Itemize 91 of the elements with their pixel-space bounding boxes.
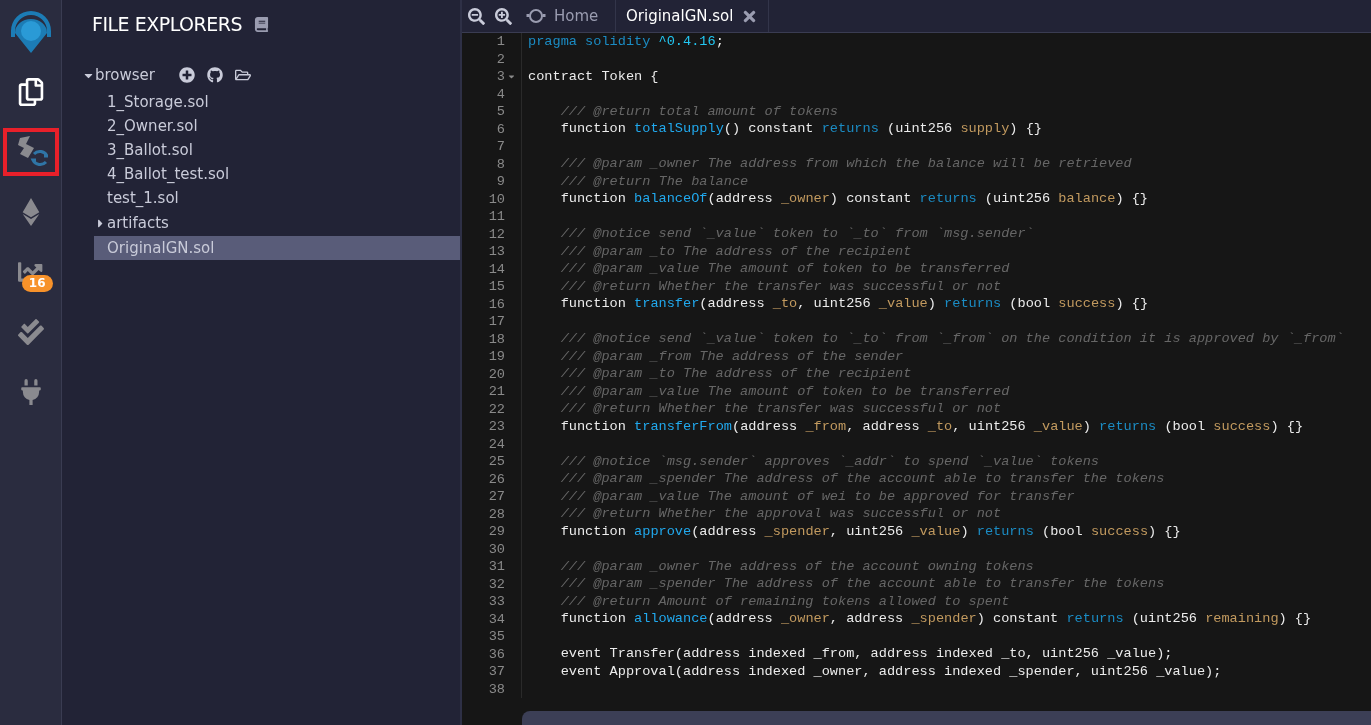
line-number: 30	[488, 541, 505, 557]
github-icon[interactable]	[207, 67, 223, 83]
folder-row[interactable]: artifacts	[94, 210, 460, 236]
code-line: /// @notice `msg.sender` approves `_addr` to spend `_value` tokens	[559, 452, 1100, 471]
code-line: /// @return Whether the transfer was successful or not	[559, 277, 1002, 296]
code-line: /// @param _owner The address from which the balance will be retrieved	[559, 155, 1132, 174]
file-item[interactable]: OriginalGN.sol	[94, 236, 460, 260]
line-number: 37	[488, 664, 505, 680]
code-line: /// @return The balance	[559, 172, 749, 191]
code-line: /// @param _value The amount of token to be transferred	[559, 260, 1010, 279]
code-line: function allowance(address _owner, address _spender) constant returns (uint256 remaining) {}	[559, 610, 1312, 629]
code-line: /// @return Whether the approval was successful or not	[559, 505, 1002, 524]
line-number: 9	[496, 174, 505, 190]
line-number: 18	[488, 331, 505, 347]
file-item[interactable]: 2_Owner.sol	[94, 114, 460, 138]
line-number: 38	[488, 681, 505, 697]
line-number: 28	[488, 506, 505, 522]
code-line: /// @param _value The amount of wei to be approved for transfer	[559, 487, 1075, 506]
double-check-icon	[17, 319, 44, 345]
line-number: 13	[488, 244, 505, 260]
code-line: /// @return Amount of remaining tokens allowed to spent	[559, 592, 1010, 611]
horizontal-scrollbar[interactable]	[522, 711, 1371, 725]
code-line: /// @return Whether the transfer was successful or not	[559, 400, 1002, 419]
line-number: 32	[488, 576, 505, 592]
code-line: /// @param _value The amount of token to be transferred	[559, 382, 1010, 401]
code-line: /// @param _from The address of the sender	[559, 347, 904, 366]
line-number: 20	[488, 366, 505, 382]
code-line: function transferFrom(address _from, address _to, uint256 _value) returns (bool success) {}	[559, 417, 1304, 436]
line-number: 8	[496, 156, 505, 172]
line-number: 36	[488, 646, 505, 662]
line-number: 25	[488, 454, 505, 470]
code-line: function totalSupply() constant returns (uint256 supply) {}	[559, 120, 1042, 139]
line-number: 31	[488, 559, 505, 575]
line-number: 14	[488, 261, 505, 277]
line-number: 22	[488, 401, 505, 417]
line-number: 35	[488, 629, 505, 645]
code-line: function approve(address _spender, uint256 _value) returns (bool success) {}	[559, 522, 1181, 541]
line-number: 17	[488, 314, 505, 330]
folder-name: artifacts	[107, 213, 169, 234]
line-number: 4	[496, 86, 505, 102]
line-number: 6	[496, 121, 505, 137]
book-icon[interactable]	[254, 16, 269, 32]
line-number: 16	[488, 296, 505, 312]
code-line: function balanceOf(address _owner) constant returns (uint256 balance) {}	[559, 190, 1149, 209]
code-line: /// @param _to The address of the recipient	[559, 242, 912, 261]
code-line: function transfer(address _to, uint256 _value) returns (bool success) {}	[559, 295, 1149, 314]
folder-row[interactable]: browser	[82, 62, 460, 88]
code-line: event Transfer(address indexed _from, address indexed _to, uint256 _value);	[559, 645, 1173, 664]
line-number: 23	[488, 419, 505, 435]
line-number: 21	[488, 384, 505, 400]
editor-tab[interactable]: Home	[516, 0, 616, 32]
code-line: /// @notice send `_value` token to `_to` from `_from` on the condition it is approved by `_from`	[559, 330, 1344, 349]
file-item[interactable]: 3_Ballot.sol	[94, 138, 460, 162]
zoom-in-icon[interactable]	[495, 7, 512, 25]
line-number: 1	[496, 34, 505, 50]
code-line: /// @return total amount of tokens	[559, 102, 838, 121]
line-number: 7	[496, 139, 505, 155]
line-number: 5	[496, 104, 505, 120]
code-line: pragma solidity ^0.4.16;	[527, 33, 724, 51]
code-line: /// @param _owner The address of the account owning tokens	[559, 557, 1034, 576]
panel-title: FILE EXPLORERS	[92, 13, 242, 35]
file-item[interactable]: 1_Storage.sol	[94, 90, 460, 114]
line-number: 26	[488, 471, 505, 487]
line-number: 2	[496, 51, 505, 67]
remix-icon	[526, 7, 546, 25]
zoom-out-icon[interactable]	[468, 7, 485, 25]
code-line: /// @param _to The address of the recipient	[559, 365, 912, 384]
code-line: event Approval(address indexed _owner, address indexed _spender, uint256 _value);	[559, 662, 1222, 681]
line-number: 19	[488, 349, 505, 365]
code-line: contract Token {	[527, 67, 659, 86]
code-line: /// @notice send `_value` token to `_to` from `msg.sender`	[559, 225, 1034, 244]
file-item[interactable]: 4_Ballot_test.sol	[94, 162, 460, 186]
code-line: /// @param _spender The address of the account able to transfer the tokens	[559, 575, 1165, 594]
editor-tab[interactable]: OriginalGN.sol	[616, 0, 770, 32]
line-number: 29	[488, 524, 505, 540]
line-number: 12	[488, 226, 505, 242]
line-number: 33	[488, 594, 505, 610]
open-folder-icon[interactable]	[235, 67, 251, 83]
line-number: 10	[488, 191, 505, 207]
folder-name: browser	[95, 65, 155, 86]
line-number: 15	[488, 279, 505, 295]
code-line: /// @param _spender The address of the account able to transfer the tokens	[559, 470, 1165, 489]
line-number: 27	[488, 489, 505, 505]
line-number: 11	[488, 209, 505, 225]
line-number: 24	[488, 436, 505, 452]
line-number: 34	[488, 611, 505, 627]
file-item[interactable]: test_1.sol	[94, 186, 460, 210]
count-badge: 16	[21, 275, 53, 292]
line-number: 3	[496, 69, 505, 85]
add-file-icon[interactable]	[179, 67, 195, 83]
files-icon	[16, 78, 45, 106]
